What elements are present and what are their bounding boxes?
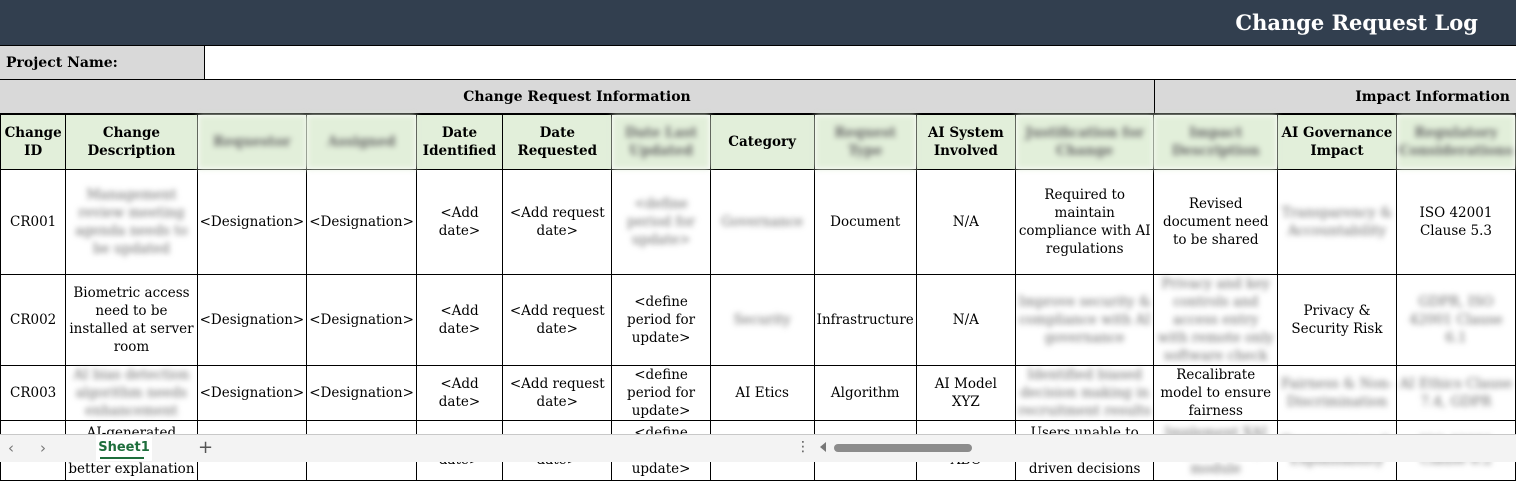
table-cell[interactable]: Required to maintain compliance with AI … — [1014, 169, 1155, 275]
table-cell[interactable]: Privacy and key controls and access entr… — [1153, 274, 1278, 366]
column-header[interactable]: Category — [709, 114, 815, 170]
section-header-row: Change Request Information Impact Inform… — [0, 80, 1516, 114]
column-header[interactable]: Date Last Updated — [611, 114, 711, 170]
table-cell[interactable]: ISO 42001 Clause 5.3 — [1395, 169, 1516, 275]
column-header[interactable]: Change ID — [0, 114, 67, 170]
table-cell[interactable]: Algorithm — [813, 365, 917, 421]
table-cell[interactable]: Biometric access need to be installed at… — [65, 274, 198, 366]
table-cell[interactable]: CR002 — [0, 274, 67, 366]
table-cell[interactable]: N/A — [915, 274, 1016, 366]
add-sheet-icon[interactable]: + — [198, 437, 213, 458]
sheet-tabs-bar: ‹ › Sheet1 + ⋮ — [0, 434, 1516, 462]
column-header[interactable]: Justification for Change — [1014, 114, 1155, 170]
table-cell[interactable]: CR003 — [0, 365, 67, 421]
table-cell[interactable]: <Designation> — [306, 169, 417, 275]
section-change-request-info: Change Request Information — [0, 80, 1155, 113]
table-cell[interactable]: Identified biased decision making in rec… — [1014, 365, 1155, 421]
scroll-left-icon[interactable] — [820, 442, 826, 452]
column-header[interactable]: Requestor — [196, 114, 308, 170]
table-cell[interactable]: <Designation> — [196, 365, 308, 421]
table-cell[interactable]: <define period for update> — [611, 365, 711, 421]
table-cell[interactable]: <Add date> — [415, 365, 504, 421]
column-header[interactable]: Date Identified — [415, 114, 504, 170]
table-cell[interactable]: Fairness & Non-Discrimination — [1276, 365, 1397, 421]
table-cell[interactable]: <Add request date> — [502, 169, 613, 275]
table-cell[interactable]: <Designation> — [306, 274, 417, 366]
table-cell[interactable]: Privacy & Security Risk — [1276, 274, 1397, 366]
table-cell[interactable]: AI Model XYZ — [915, 365, 1016, 421]
section-impact-info: Impact Information — [1355, 89, 1510, 105]
column-header[interactable]: AI Governance Impact — [1276, 114, 1397, 170]
table-cell[interactable]: Governance — [709, 169, 815, 275]
table-cell[interactable]: Improve security & compliance with AI go… — [1014, 274, 1155, 366]
title-bar: Change Request Log — [0, 0, 1516, 46]
table-cell[interactable]: Recalibrate model to ensure fairness — [1153, 365, 1278, 421]
table-cell[interactable]: AI bias detection algorithm needs enhanc… — [65, 365, 198, 421]
table-cell[interactable]: Document — [813, 169, 917, 275]
column-header[interactable]: Regulatory Considerations — [1395, 114, 1516, 170]
project-row: Project Name: — [0, 46, 1516, 80]
table-row: CR001 Management review meeting agenda ne… — [0, 169, 1516, 275]
table-cell[interactable]: AI Etics — [709, 365, 815, 421]
table-cell[interactable]: Revised document need to be shared — [1153, 169, 1278, 275]
column-header[interactable]: Assigned — [306, 114, 417, 170]
table-cell[interactable]: <define period for update> — [611, 274, 711, 366]
column-header[interactable]: Request Type — [813, 114, 917, 170]
table-cell[interactable]: Management review meeting agenda needs t… — [65, 169, 198, 275]
column-header[interactable]: Change Description — [65, 114, 198, 170]
change-request-table: Change ID Change Description Requestor Assi… — [0, 114, 1516, 481]
column-header[interactable]: Impact Description — [1153, 114, 1278, 170]
table-cell[interactable]: Security — [709, 274, 815, 366]
more-options-icon[interactable]: ⋮ — [796, 439, 810, 455]
horizontal-scrollbar[interactable] — [834, 444, 972, 452]
project-name-cell[interactable] — [205, 46, 1516, 79]
prev-sheet-icon[interactable]: ‹ — [8, 439, 14, 457]
table-cell[interactable]: Transparency & Accountability — [1276, 169, 1397, 275]
table-cell[interactable]: GDPR, ISO 42001 Clause 6.1 — [1395, 274, 1516, 366]
table-row: CR002 Biometric access need to be install… — [0, 274, 1516, 366]
table-cell[interactable]: AI Ethics Clause 7.4, GDPR — [1395, 365, 1516, 421]
table-cell[interactable]: <Designation> — [306, 365, 417, 421]
table-cell[interactable]: <Add date> — [415, 169, 504, 275]
column-header[interactable]: Date Requested — [502, 114, 613, 170]
table-cell[interactable]: <Add request date> — [502, 274, 613, 366]
column-header[interactable]: AI System Involved — [915, 114, 1016, 170]
next-sheet-icon[interactable]: › — [40, 439, 46, 457]
page-title: Change Request Log — [1235, 10, 1478, 35]
table-cell[interactable]: <define period for update> — [611, 169, 711, 275]
table-cell[interactable]: <Designation> — [196, 169, 308, 275]
project-name-label: Project Name: — [0, 46, 205, 79]
table-cell[interactable]: <Designation> — [196, 274, 308, 366]
column-header-row: Change ID Change Description Requestor Assi… — [0, 114, 1516, 170]
table-cell[interactable]: CR001 — [0, 169, 67, 275]
table-cell[interactable]: Infrastructure — [813, 274, 917, 366]
table-row: CR003 AI bias detection algorithm needs e… — [0, 365, 1516, 421]
active-tab-indicator — [100, 457, 144, 459]
table-cell[interactable]: N/A — [915, 169, 1016, 275]
table-cell[interactable]: <Add request date> — [502, 365, 613, 421]
table-cell[interactable]: <Add date> — [415, 274, 504, 366]
